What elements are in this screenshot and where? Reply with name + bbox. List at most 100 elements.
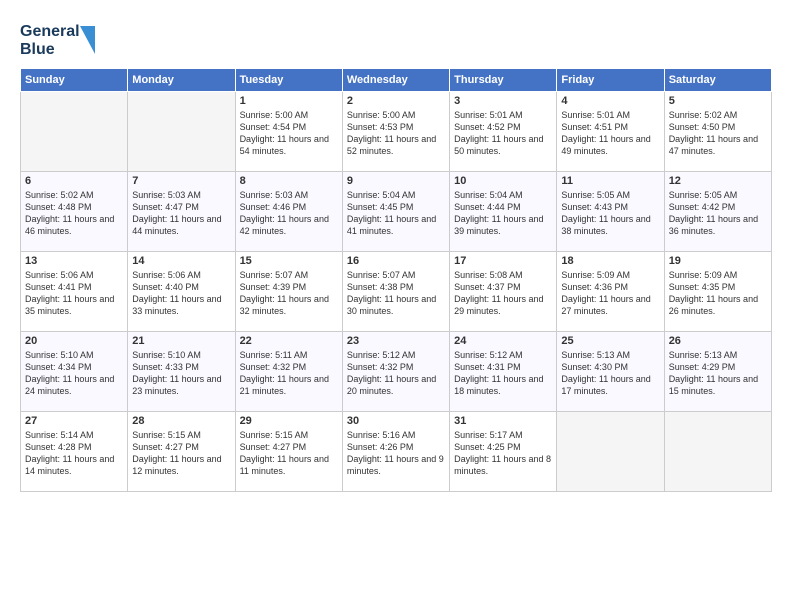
calendar-cell: 28 Sunrise: 5:15 AM Sunset: 4:27 PM Dayli… (128, 412, 235, 492)
cell-content: Sunrise: 5:00 AM Sunset: 4:54 PM Dayligh… (240, 109, 338, 158)
day-number: 15 (240, 255, 338, 267)
calendar-cell: 23 Sunrise: 5:12 AM Sunset: 4:32 PM Dayli… (342, 332, 449, 412)
calendar-cell (557, 412, 664, 492)
calendar-cell: 19 Sunrise: 5:09 AM Sunset: 4:35 PM Dayli… (664, 252, 771, 332)
cell-content: Sunrise: 5:06 AM Sunset: 4:40 PM Dayligh… (132, 269, 230, 318)
calendar-week-4: 20Sunrise: 5:10 AM Sunset: 4:34 PM Dayli… (21, 332, 772, 412)
calendar-cell: 2 Sunrise: 5:00 AM Sunset: 4:53 PM Daylig… (342, 92, 449, 172)
day-number: 28 (132, 415, 230, 427)
day-header-tuesday: Tuesday (235, 69, 342, 92)
cell-content: Sunrise: 5:02 AM Sunset: 4:50 PM Dayligh… (669, 109, 767, 158)
day-number: 22 (240, 335, 338, 347)
calendar-week-5: 27 Sunrise: 5:14 AM Sunset: 4:28 PM Dayli… (21, 412, 772, 492)
calendar-cell: 22Sunrise: 5:11 AM Sunset: 4:32 PM Dayli… (235, 332, 342, 412)
calendar-week-3: 13 Sunrise: 5:06 AM Sunset: 4:41 PM Dayli… (21, 252, 772, 332)
cell-content: Sunrise: 5:14 AM Sunset: 4:28 PM Dayligh… (25, 429, 123, 478)
svg-text:General: General (20, 23, 80, 40)
header: General Blue (20, 16, 772, 60)
day-number: 2 (347, 95, 445, 107)
day-number: 23 (347, 335, 445, 347)
day-number: 25 (561, 335, 659, 347)
calendar-cell: 4 Sunrise: 5:01 AM Sunset: 4:51 PM Daylig… (557, 92, 664, 172)
calendar-cell: 18Sunrise: 5:09 AM Sunset: 4:36 PM Dayli… (557, 252, 664, 332)
cell-content: Sunrise: 5:10 AM Sunset: 4:34 PM Dayligh… (25, 349, 123, 398)
day-number: 26 (669, 335, 767, 347)
day-number: 21 (132, 335, 230, 347)
day-number: 10 (454, 175, 552, 187)
calendar-cell: 5 Sunrise: 5:02 AM Sunset: 4:50 PM Daylig… (664, 92, 771, 172)
calendar-cell: 29 Sunrise: 5:15 AM Sunset: 4:27 PM Dayli… (235, 412, 342, 492)
calendar-cell: 26 Sunrise: 5:13 AM Sunset: 4:29 PM Dayli… (664, 332, 771, 412)
calendar-cell: 27 Sunrise: 5:14 AM Sunset: 4:28 PM Dayli… (21, 412, 128, 492)
day-header-thursday: Thursday (450, 69, 557, 92)
cell-content: Sunrise: 5:01 AM Sunset: 4:51 PM Dayligh… (561, 109, 659, 158)
svg-text:Blue: Blue (20, 41, 55, 58)
day-number: 12 (669, 175, 767, 187)
calendar-cell: 20Sunrise: 5:10 AM Sunset: 4:34 PM Dayli… (21, 332, 128, 412)
calendar-week-2: 6Sunrise: 5:02 AM Sunset: 4:48 PM Daylig… (21, 172, 772, 252)
cell-content: Sunrise: 5:16 AM Sunset: 4:26 PM Dayligh… (347, 429, 445, 478)
day-number: 13 (25, 255, 123, 267)
cell-content: Sunrise: 5:04 AM Sunset: 4:44 PM Dayligh… (454, 189, 552, 238)
cell-content: Sunrise: 5:07 AM Sunset: 4:38 PM Dayligh… (347, 269, 445, 318)
cell-content: Sunrise: 5:08 AM Sunset: 4:37 PM Dayligh… (454, 269, 552, 318)
cell-content: Sunrise: 5:04 AM Sunset: 4:45 PM Dayligh… (347, 189, 445, 238)
calendar-cell: 11 Sunrise: 5:05 AM Sunset: 4:43 PM Dayli… (557, 172, 664, 252)
logo: General Blue (20, 16, 100, 60)
cell-content: Sunrise: 5:15 AM Sunset: 4:27 PM Dayligh… (240, 429, 338, 478)
cell-content: Sunrise: 5:07 AM Sunset: 4:39 PM Dayligh… (240, 269, 338, 318)
cell-content: Sunrise: 5:05 AM Sunset: 4:42 PM Dayligh… (669, 189, 767, 238)
day-number: 18 (561, 255, 659, 267)
calendar-cell: 3Sunrise: 5:01 AM Sunset: 4:52 PM Daylig… (450, 92, 557, 172)
calendar-cell: 7Sunrise: 5:03 AM Sunset: 4:47 PM Daylig… (128, 172, 235, 252)
day-header-friday: Friday (557, 69, 664, 92)
cell-content: Sunrise: 5:12 AM Sunset: 4:32 PM Dayligh… (347, 349, 445, 398)
calendar-cell: 6Sunrise: 5:02 AM Sunset: 4:48 PM Daylig… (21, 172, 128, 252)
day-number: 27 (25, 415, 123, 427)
day-number: 16 (347, 255, 445, 267)
day-number: 30 (347, 415, 445, 427)
day-header-monday: Monday (128, 69, 235, 92)
cell-content: Sunrise: 5:15 AM Sunset: 4:27 PM Dayligh… (132, 429, 230, 478)
calendar-cell: 15 Sunrise: 5:07 AM Sunset: 4:39 PM Dayli… (235, 252, 342, 332)
day-header-saturday: Saturday (664, 69, 771, 92)
day-number: 11 (561, 175, 659, 187)
cell-content: Sunrise: 5:09 AM Sunset: 4:35 PM Dayligh… (669, 269, 767, 318)
day-number: 3 (454, 95, 552, 107)
day-number: 29 (240, 415, 338, 427)
calendar-cell: 30 Sunrise: 5:16 AM Sunset: 4:26 PM Dayli… (342, 412, 449, 492)
calendar-cell: 1 Sunrise: 5:00 AM Sunset: 4:54 PM Daylig… (235, 92, 342, 172)
calendar-cell: 12 Sunrise: 5:05 AM Sunset: 4:42 PM Dayli… (664, 172, 771, 252)
day-number: 14 (132, 255, 230, 267)
cell-content: Sunrise: 5:13 AM Sunset: 4:30 PM Dayligh… (561, 349, 659, 398)
calendar-table: SundayMondayTuesdayWednesdayThursdayFrid… (20, 68, 772, 492)
calendar-cell: 8Sunrise: 5:03 AM Sunset: 4:46 PM Daylig… (235, 172, 342, 252)
day-number: 1 (240, 95, 338, 107)
day-header-wednesday: Wednesday (342, 69, 449, 92)
calendar-cell: 13 Sunrise: 5:06 AM Sunset: 4:41 PM Dayli… (21, 252, 128, 332)
day-number: 5 (669, 95, 767, 107)
cell-content: Sunrise: 5:05 AM Sunset: 4:43 PM Dayligh… (561, 189, 659, 238)
cell-content: Sunrise: 5:10 AM Sunset: 4:33 PM Dayligh… (132, 349, 230, 398)
calendar-cell (128, 92, 235, 172)
day-header-sunday: Sunday (21, 69, 128, 92)
calendar-cell: 16 Sunrise: 5:07 AM Sunset: 4:38 PM Dayli… (342, 252, 449, 332)
calendar-cell: 14 Sunrise: 5:06 AM Sunset: 4:40 PM Dayli… (128, 252, 235, 332)
cell-content: Sunrise: 5:00 AM Sunset: 4:53 PM Dayligh… (347, 109, 445, 158)
calendar-cell (664, 412, 771, 492)
cell-content: Sunrise: 5:03 AM Sunset: 4:47 PM Dayligh… (132, 189, 230, 238)
calendar-cell: 21 Sunrise: 5:10 AM Sunset: 4:33 PM Dayli… (128, 332, 235, 412)
cell-content: Sunrise: 5:02 AM Sunset: 4:48 PM Dayligh… (25, 189, 123, 238)
calendar-week-1: 1 Sunrise: 5:00 AM Sunset: 4:54 PM Daylig… (21, 92, 772, 172)
cell-content: Sunrise: 5:17 AM Sunset: 4:25 PM Dayligh… (454, 429, 552, 478)
calendar-cell: 10 Sunrise: 5:04 AM Sunset: 4:44 PM Dayli… (450, 172, 557, 252)
day-number: 19 (669, 255, 767, 267)
page: General Blue SundayMondayTuesdayWednesda… (0, 0, 792, 612)
cell-content: Sunrise: 5:06 AM Sunset: 4:41 PM Dayligh… (25, 269, 123, 318)
day-number: 4 (561, 95, 659, 107)
day-number: 17 (454, 255, 552, 267)
calendar-cell: 24Sunrise: 5:12 AM Sunset: 4:31 PM Dayli… (450, 332, 557, 412)
cell-content: Sunrise: 5:12 AM Sunset: 4:31 PM Dayligh… (454, 349, 552, 398)
day-number: 9 (347, 175, 445, 187)
cell-content: Sunrise: 5:13 AM Sunset: 4:29 PM Dayligh… (669, 349, 767, 398)
